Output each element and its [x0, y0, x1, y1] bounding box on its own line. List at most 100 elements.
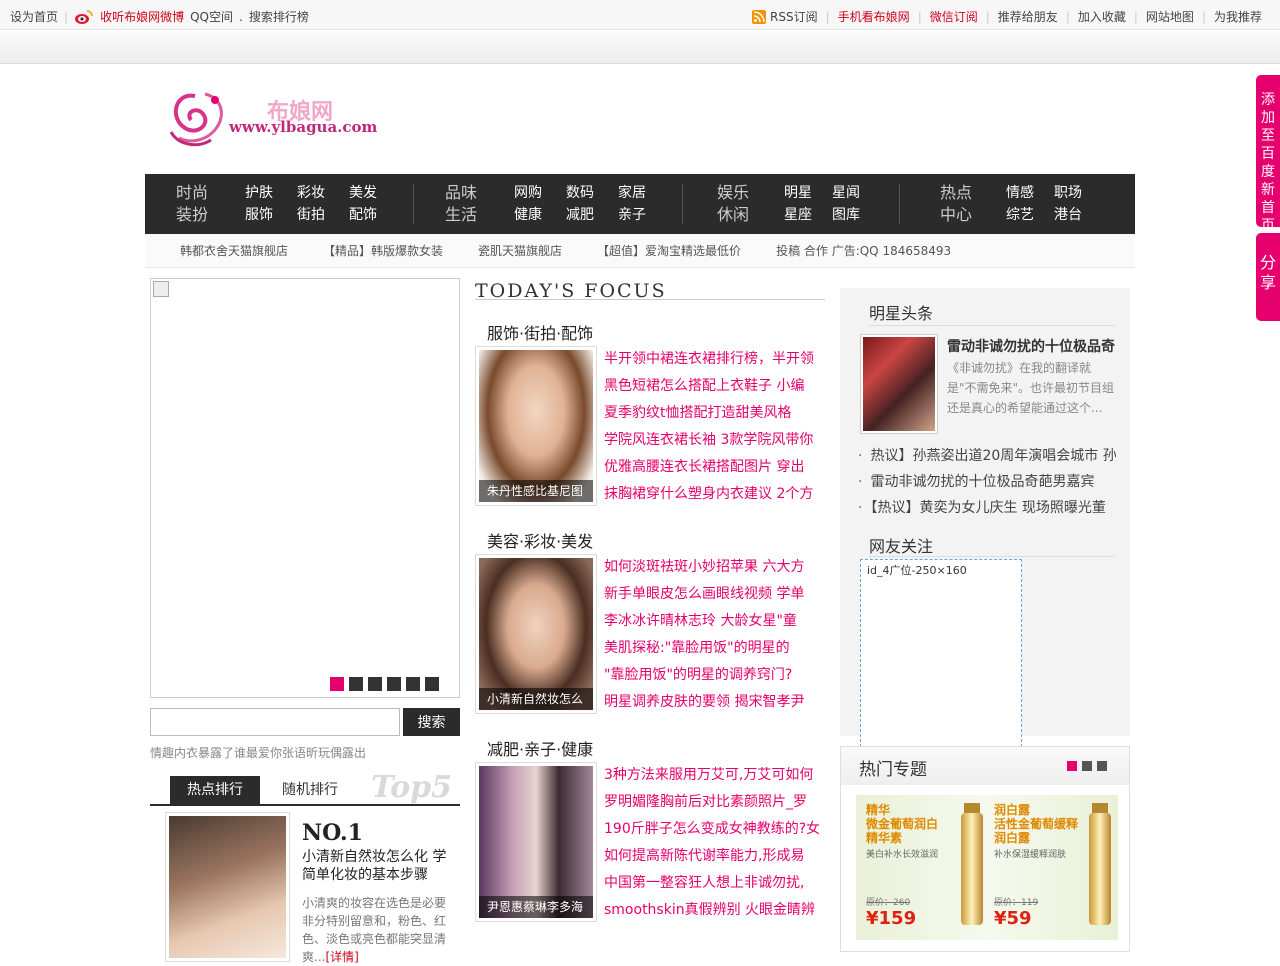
nav-link[interactable]: 图库	[832, 204, 880, 226]
ad-link[interactable]: 【精品】韩版爆款女装	[323, 242, 443, 259]
nav-link[interactable]: 护肤	[245, 182, 297, 204]
list-item[interactable]: 【热议】黄奕为女儿庆生 现场照曝光董	[858, 495, 1116, 521]
qq-zone-link[interactable]: QQ空间	[190, 8, 233, 25]
add-baidu-home-tab[interactable]: 添加至百度新首页	[1256, 75, 1280, 234]
list-item[interactable]: smoothskin真假辨别 火眼金睛辨	[604, 897, 819, 924]
ad-link[interactable]: 【超值】爱淘宝精选最低价	[597, 242, 741, 259]
weibo-link[interactable]: 收听布娘网微博	[100, 8, 184, 25]
star-title[interactable]: 雷动非诚勿扰的十位极品奇	[947, 336, 1115, 356]
mobile-link[interactable]: 手机看布娘网	[838, 8, 910, 25]
section-title-fashion[interactable]: 服饰·街拍·配饰	[487, 320, 593, 344]
rss-icon[interactable]	[752, 9, 767, 24]
topic-dot[interactable]	[1097, 761, 1107, 771]
suggest-link[interactable]: 为我推荐	[1214, 8, 1262, 25]
ad-links-bar: 韩都衣舍天猫旗舰店 【精品】韩版爆款女装 瓷肌天猫旗舰店 【超值】爱淘宝精选最低…	[145, 234, 1135, 268]
nav-link[interactable]: 彩妆	[297, 182, 349, 204]
nav-link[interactable]: 配饰	[349, 204, 401, 226]
nav-link[interactable]: 健康	[514, 204, 566, 226]
list-item[interactable]: 190斤胖子怎么变成女神教练的?女	[604, 816, 819, 843]
section-title-health[interactable]: 减肥·亲子·健康	[487, 736, 593, 760]
rank-detail-link[interactable]: [详情]	[325, 950, 358, 964]
topic-dot[interactable]	[1067, 761, 1077, 771]
slider-dot[interactable]	[406, 677, 420, 691]
nav-link[interactable]: 数码	[566, 182, 618, 204]
hot-search-text[interactable]: 情趣内衣暴露了谁最爱你张语昕玩偶露出	[150, 744, 366, 761]
list-item[interactable]: 明星调养皮肤的要领 揭宋智孝尹	[604, 689, 819, 716]
nav-link[interactable]: 情感	[1006, 182, 1054, 204]
nav-link[interactable]: 星闻	[832, 182, 880, 204]
list-item[interactable]: 黑色短裙怎么搭配上衣鞋子 小编	[604, 373, 819, 400]
nav-link[interactable]: 街拍	[297, 204, 349, 226]
list-item[interactable]: 3种方法来服用万艾可,万艾可如何	[604, 762, 819, 789]
section-title-beauty[interactable]: 美容·彩妆·美发	[487, 528, 593, 552]
section-image[interactable]: 尹恩惠蔡琳李多海	[475, 762, 597, 922]
top5-badge: Top5	[371, 770, 452, 805]
search-button[interactable]: 搜索	[403, 708, 460, 736]
promo-banner[interactable]: 精华 微金葡萄润白 精华素 美白补水长效滋润 原价：260 ¥159 润白露 活…	[856, 795, 1118, 940]
list-item[interactable]: 抹胸裙穿什么塑身内衣建议 2个方	[604, 481, 819, 508]
list-item[interactable]: 热议】孙燕姿出道20周年演唱会城市 孙	[858, 443, 1116, 469]
rank-item-image[interactable]	[165, 812, 290, 962]
list-item[interactable]: 如何淡斑祛斑小妙招苹果 六大方	[604, 554, 819, 581]
list-item[interactable]: 半开领中裙连衣裙排行榜，半开领	[604, 346, 819, 373]
nav-link[interactable]: 综艺	[1006, 204, 1054, 226]
nav-link[interactable]: 网购	[514, 182, 566, 204]
section-image[interactable]: 朱丹性感比基尼图	[475, 346, 597, 506]
star-desc: 《非诚勿扰》在我的翻译就是"不需免来"。也许最初节目组还是真心的希望能通过这个.…	[947, 361, 1115, 415]
wechat-link[interactable]: 微信订阅	[930, 8, 978, 25]
nav-link[interactable]: 减肥	[566, 204, 618, 226]
nav-category-label[interactable]: 热点 中心	[936, 182, 976, 226]
set-home-link[interactable]: 设为首页	[10, 8, 58, 25]
list-item[interactable]: 罗明媚隆胸前后对比素颜照片_罗	[604, 789, 819, 816]
nav-link[interactable]: 明星	[784, 182, 832, 204]
section-image[interactable]: 小清新自然妆怎么	[475, 554, 597, 714]
slider-dot[interactable]	[387, 677, 401, 691]
nav-category-label[interactable]: 时尚 装扮	[172, 182, 212, 226]
list-item[interactable]: 美肌探秘:"靠脸用饭"的明星的	[604, 635, 819, 662]
star-list: 热议】孙燕姿出道20周年演唱会城市 孙 雷动非诚勿扰的十位极品奇葩男嘉宾 【热议…	[858, 443, 1116, 521]
image-slider[interactable]	[150, 278, 460, 698]
share-tab[interactable]: 分享	[1256, 233, 1280, 321]
tab-random-rank[interactable]: 随机排行	[265, 776, 355, 804]
topic-dot[interactable]	[1082, 761, 1092, 771]
nav-category-label[interactable]: 品味 生活	[441, 182, 481, 226]
ad-placeholder[interactable]: id_4广位-250×160	[860, 559, 1022, 747]
list-item[interactable]: 新手单眼皮怎么画眼线视频 学单	[604, 581, 819, 608]
sitemap-link[interactable]: 网站地图	[1146, 8, 1194, 25]
recommend-link[interactable]: 推荐给朋友	[998, 8, 1058, 25]
slider-dot[interactable]	[368, 677, 382, 691]
slider-dot[interactable]	[330, 677, 344, 691]
list-item[interactable]: 中国第一整容狂人想上非诚勿扰,	[604, 870, 819, 897]
search-rank-link[interactable]: 搜索排行榜	[249, 8, 309, 25]
nav-category-label[interactable]: 娱乐 休闲	[713, 182, 753, 226]
list-item[interactable]: 如何提高新陈代谢率能力,形成易	[604, 843, 819, 870]
nav-link[interactable]: 星座	[784, 204, 832, 226]
nav-link[interactable]: 亲子	[618, 204, 670, 226]
favorite-link[interactable]: 加入收藏	[1078, 8, 1126, 25]
slider-dot[interactable]	[425, 677, 439, 691]
rank-item-title[interactable]: 小清新自然妆怎么化 学简单化妆的基本步骤	[302, 848, 452, 884]
list-item[interactable]: 李冰冰许晴林志玲 大龄女星"童	[604, 608, 819, 635]
list-item[interactable]: 雷动非诚勿扰的十位极品奇葩男嘉宾	[858, 469, 1116, 495]
nav-link[interactable]: 美发	[349, 182, 401, 204]
site-logo[interactable]: 布娘网 www.ylbagua.com	[165, 88, 395, 150]
list-item[interactable]: 夏季豹纹t恤搭配打造甜美风格	[604, 400, 819, 427]
tab-hot-rank[interactable]: 热点排行	[170, 776, 260, 804]
list-item[interactable]: "靠脸用饭"的明星的调养窍门?	[604, 662, 819, 689]
nav-link[interactable]: 港台	[1054, 204, 1102, 226]
list-item[interactable]: 优雅高腰连衣长裙搭配图片 穿出	[604, 454, 819, 481]
search-input[interactable]	[150, 708, 400, 736]
image-caption: 尹恩惠蔡琳李多海	[479, 896, 593, 918]
star-image[interactable]	[860, 334, 938, 434]
ad-link[interactable]: 韩都衣舍天猫旗舰店	[180, 242, 288, 259]
nav-link[interactable]: 家居	[618, 182, 670, 204]
weibo-icon[interactable]	[74, 9, 94, 25]
nav-link[interactable]: 服饰	[245, 204, 297, 226]
rss-link[interactable]: RSS订阅	[770, 8, 818, 25]
ad-link[interactable]: 瓷肌天猫旗舰店	[478, 242, 562, 259]
list-item[interactable]: 学院风连衣裙长袖 3款学院风带你	[604, 427, 819, 454]
ad-link[interactable]: 投稿 合作 广告:QQ 184658493	[776, 242, 951, 259]
slider-dot[interactable]	[349, 677, 363, 691]
nav-link[interactable]: 职场	[1054, 182, 1102, 204]
nav-divider	[413, 184, 414, 224]
